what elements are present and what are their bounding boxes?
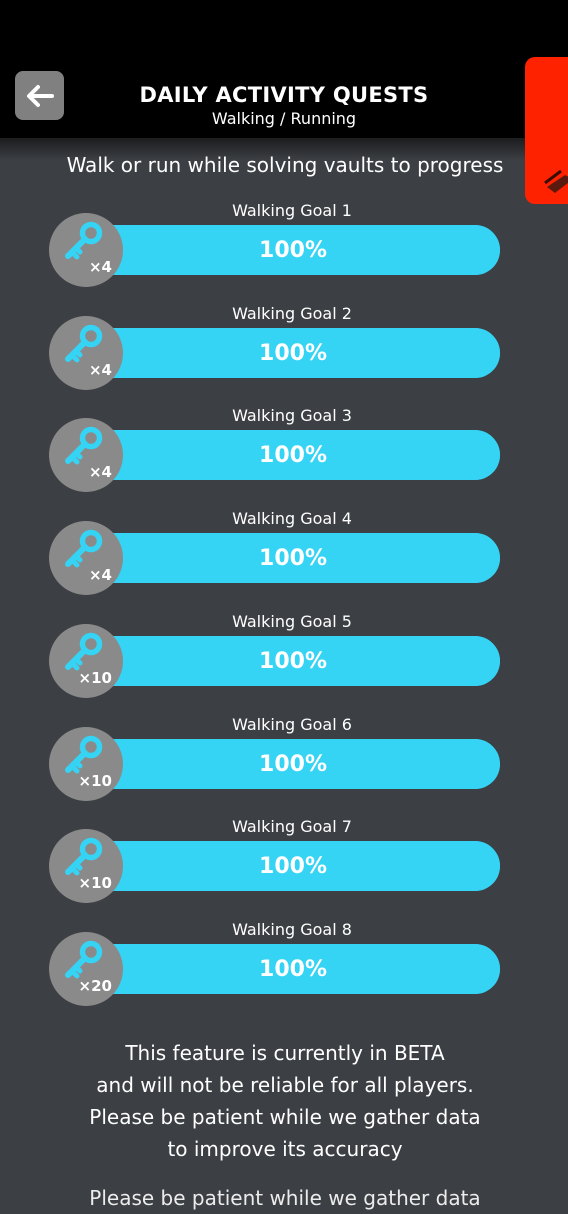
goal-progress-text: 100% bbox=[259, 237, 327, 263]
instruction-text: Walk or run while solving vaults to prog… bbox=[66, 153, 504, 177]
side-badge[interactable] bbox=[525, 57, 568, 204]
goal-progress-text: 100% bbox=[259, 442, 327, 468]
back-button[interactable] bbox=[15, 71, 64, 120]
goal-progress-bar: 100% bbox=[86, 944, 500, 994]
goal-label: Walking Goal 6 bbox=[232, 715, 352, 734]
goal-progress-bar: 100% bbox=[86, 533, 500, 583]
goal-label: Walking Goal 5 bbox=[232, 612, 352, 631]
goal-label: Walking Goal 1 bbox=[232, 201, 352, 220]
goal-reward: ×4 bbox=[49, 316, 123, 390]
goal-label: Walking Goal 7 bbox=[232, 817, 352, 836]
goal-label: Walking Goal 8 bbox=[232, 920, 352, 939]
goal-reward: ×10 bbox=[49, 624, 123, 698]
goal-progress-bar: 100% bbox=[86, 841, 500, 891]
beta-notice: This feature is currently in BETA and wi… bbox=[40, 1037, 530, 1165]
reward-count: ×4 bbox=[88, 361, 112, 379]
reward-count: ×10 bbox=[78, 772, 112, 790]
goal-reward: ×4 bbox=[49, 418, 123, 492]
beta-notice-line: Please be patient while we gather data bbox=[89, 1105, 481, 1129]
goal-reward: ×10 bbox=[49, 829, 123, 903]
beta-notice-repeat: Please be patient while we gather data bbox=[89, 1186, 481, 1210]
goal-progress-bar: 100% bbox=[86, 225, 500, 275]
goal-label: Walking Goal 2 bbox=[232, 304, 352, 323]
goal-progress-bar: 100% bbox=[86, 739, 500, 789]
reward-count: ×4 bbox=[88, 258, 112, 276]
flag-icon bbox=[544, 169, 568, 193]
goal-label: Walking Goal 3 bbox=[232, 406, 352, 425]
reward-count: ×4 bbox=[88, 463, 112, 481]
goal-reward: ×10 bbox=[49, 727, 123, 801]
goal-progress-text: 100% bbox=[259, 545, 327, 571]
goal-progress-text: 100% bbox=[259, 648, 327, 674]
goal-progress-bar: 100% bbox=[86, 636, 500, 686]
goal-progress-text: 100% bbox=[259, 340, 327, 366]
goal-progress-bar: 100% bbox=[86, 430, 500, 480]
reward-count: ×20 bbox=[78, 977, 112, 995]
beta-notice-line: to improve its accuracy bbox=[167, 1137, 403, 1161]
page-subtitle: Walking / Running bbox=[211, 109, 357, 128]
goal-label: Walking Goal 4 bbox=[232, 509, 352, 528]
goal-progress-bar: 100% bbox=[86, 328, 500, 378]
reward-count: ×10 bbox=[78, 874, 112, 892]
goal-reward: ×20 bbox=[49, 932, 123, 1006]
goal-progress-text: 100% bbox=[259, 956, 327, 982]
beta-notice-line: This feature is currently in BETA bbox=[125, 1041, 445, 1065]
reward-count: ×10 bbox=[78, 669, 112, 687]
goal-progress-text: 100% bbox=[259, 853, 327, 879]
goal-reward: ×4 bbox=[49, 521, 123, 595]
goal-reward: ×4 bbox=[49, 213, 123, 287]
page-title: DAILY ACTIVITY QUESTS bbox=[139, 83, 429, 107]
reward-count: ×4 bbox=[88, 566, 112, 584]
beta-notice-line: and will not be reliable for all players… bbox=[96, 1073, 474, 1097]
back-arrow-icon bbox=[26, 84, 54, 107]
goal-progress-text: 100% bbox=[259, 751, 327, 777]
